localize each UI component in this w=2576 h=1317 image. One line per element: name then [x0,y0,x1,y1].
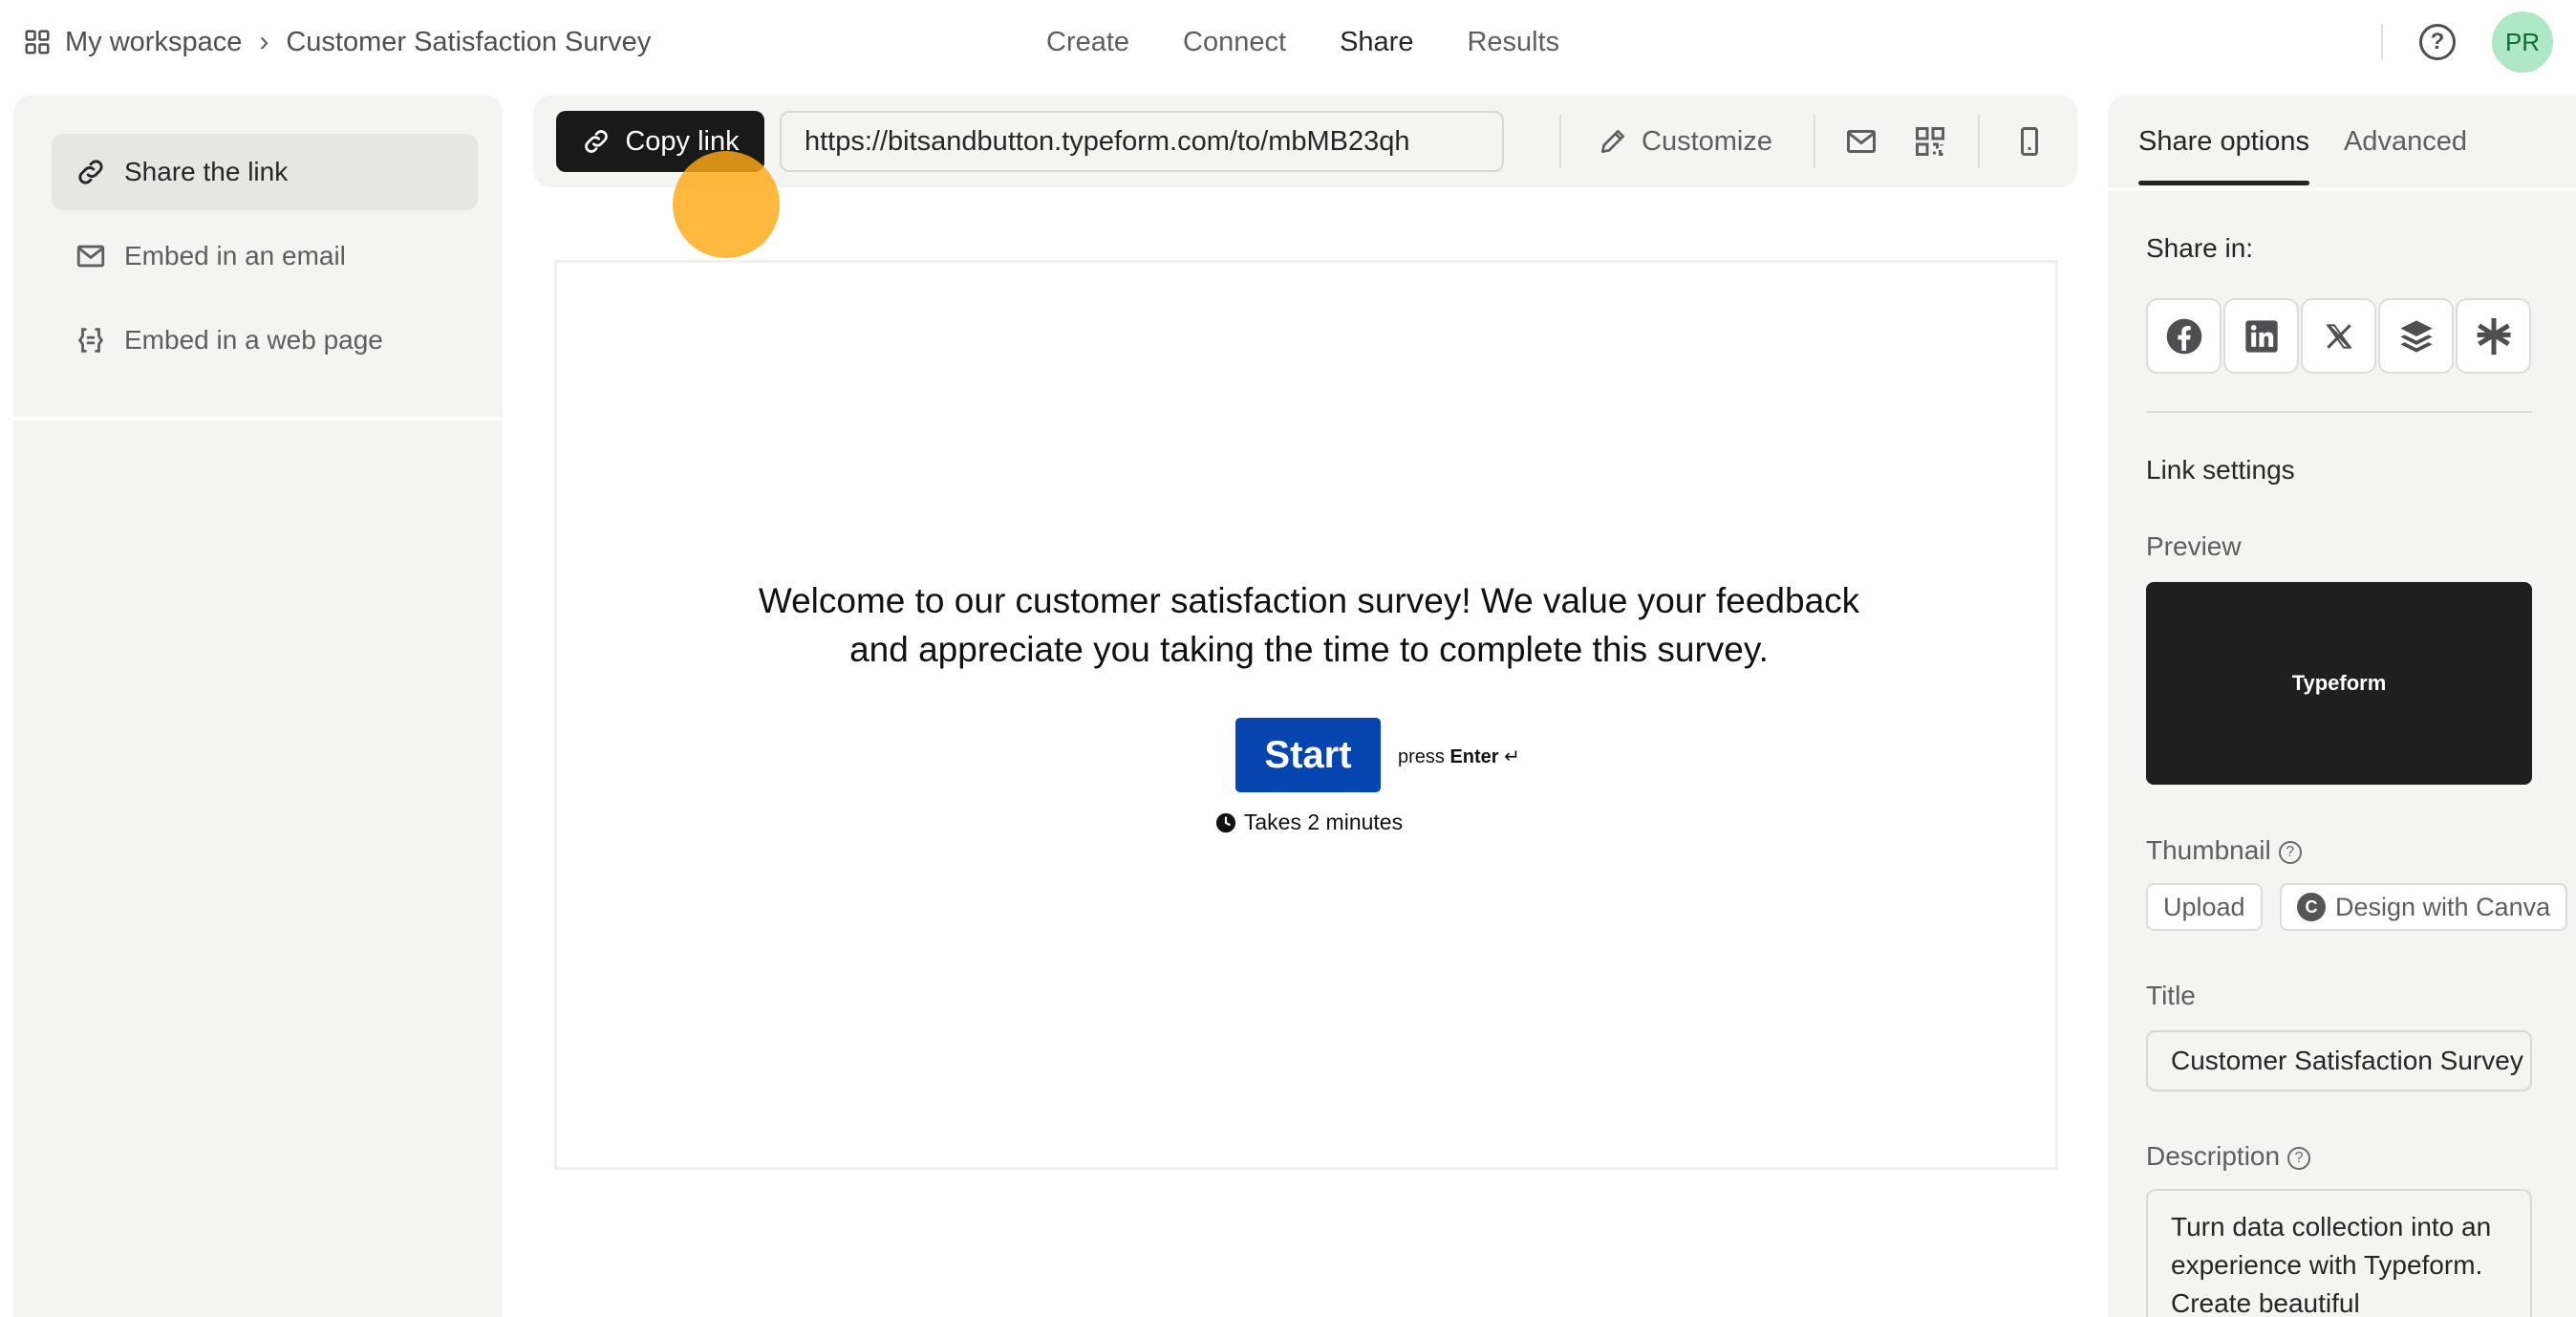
sidebar-item-embed-web[interactable]: Embed in a web page [52,302,478,378]
breadcrumb-workspace[interactable]: My workspace [65,27,242,58]
share-method-sidebar: Share the link Embed in an email Embed i… [13,96,503,1317]
share-url-field[interactable]: https://bitsandbutton.typeform.com/to/mb… [780,111,1504,172]
thumbnail-label: Thumbnail? [2146,835,2302,866]
thumbnail-label-text: Thumbnail [2146,835,2271,865]
x-icon [2325,323,2352,349]
linktree-icon [2477,317,2510,355]
description-label-text: Description [2146,1141,2281,1171]
embed-code-icon [77,328,104,353]
nav-results[interactable]: Results [1467,27,1559,58]
press-enter-hint: press Enter ↵ [1398,745,1520,768]
title-field[interactable]: Customer Satisfaction Survey [2146,1030,2532,1091]
nav-create[interactable]: Create [1046,27,1129,58]
info-icon[interactable]: ? [2278,840,2302,864]
title-label: Title [2146,981,2196,1010]
click-indicator [673,151,780,258]
mobile-preview-icon[interactable] [2012,124,2047,159]
share-in-label: Share in: [2146,233,2254,263]
linkedin-share-button[interactable] [2223,298,2299,374]
tab-advanced[interactable]: Advanced [2344,96,2467,187]
social-share-row [2146,298,2531,374]
help-icon[interactable]: ? [2419,24,2456,60]
info-icon[interactable]: ? [2287,1146,2311,1170]
duration-label: Takes 2 minutes [1243,810,1404,834]
enter-key-label: Enter [1449,746,1499,767]
panel-divider [2146,411,2532,413]
linkedin-icon [2244,319,2278,353]
canva-label: Design with Canva [2335,892,2551,921]
link-preview-card: Typeform [2146,582,2532,785]
welcome-message: Welcome to our customer satisfaction sur… [557,576,2061,674]
breadcrumb-form-title[interactable]: Customer Satisfaction Survey [286,27,651,58]
link-icon [585,130,609,153]
mail-icon[interactable] [1844,124,1878,159]
enter-icon: ↵ [1504,746,1520,767]
pencil-icon [1601,130,1624,153]
facebook-icon [2166,318,2201,354]
buffer-icon [2399,319,2433,353]
link-icon [78,160,103,184]
press-label: press [1398,746,1445,767]
top-divider [2381,25,2383,59]
panel-tabs: Share options Advanced [2138,96,2467,187]
sidebar-divider [13,417,503,421]
workspace-grid-icon[interactable] [23,28,52,56]
start-row: Start press Enter ↵ [557,718,2061,794]
buffer-share-button[interactable] [2378,298,2454,374]
duration-note: Takes 2 minutes [557,810,2061,835]
clock-icon [1215,812,1235,832]
facebook-share-button[interactable] [2146,298,2222,374]
tab-share-options[interactable]: Share options [2138,96,2309,187]
description-label: Description? [2146,1141,2311,1172]
nav-share[interactable]: Share [1340,27,1413,58]
customize-button[interactable]: Customize [1598,111,1772,172]
upload-button[interactable]: Upload [2146,883,2263,931]
breadcrumb-separator: › [259,26,269,57]
link-settings-heading: Link settings [2146,455,2295,485]
linktree-share-button[interactable] [2456,298,2531,374]
nav-connect[interactable]: Connect [1183,27,1286,58]
welcome-line-1: Welcome to our customer satisfaction sur… [758,581,1860,620]
sidebar-item-label: Embed in a web page [124,325,383,355]
description-field[interactable]: Turn data collection into an experience … [2146,1189,2532,1317]
avatar[interactable]: PR [2492,11,2553,73]
tabs-divider [2108,187,2576,191]
start-button[interactable]: Start [1235,718,1381,792]
main-nav: Create Connect Share Results [1046,0,1559,84]
preview-label: Preview [2146,531,2242,561]
mail-icon [76,245,105,268]
toolbar-divider [1814,115,1815,168]
share-options-panel: Share options Advanced Share in: Link se… [2108,96,2576,1317]
breadcrumb: My workspace › Customer Satisfaction Sur… [23,0,651,84]
qr-code-icon[interactable] [1913,124,1947,159]
design-with-canva-button[interactable]: C Design with Canva [2280,883,2568,931]
top-right-controls: ? PR [2381,0,2553,84]
sidebar-item-label: Share the link [124,157,289,186]
x-share-button[interactable] [2301,298,2376,374]
welcome-line-2: and appreciate you taking the time to co… [849,630,1769,669]
sidebar-item-embed-email[interactable]: Embed in an email [52,218,478,294]
toolbar-divider [1559,115,1561,168]
sidebar-item-share-link[interactable]: Share the link [52,134,478,210]
toolbar-divider [1978,115,1980,168]
sidebar-item-label: Embed in an email [124,241,346,270]
top-bar: My workspace › Customer Satisfaction Sur… [0,0,2576,84]
customize-label: Customize [1642,125,1772,157]
form-preview: Welcome to our customer satisfaction sur… [554,260,2058,1170]
canva-icon: C [2297,893,2326,921]
